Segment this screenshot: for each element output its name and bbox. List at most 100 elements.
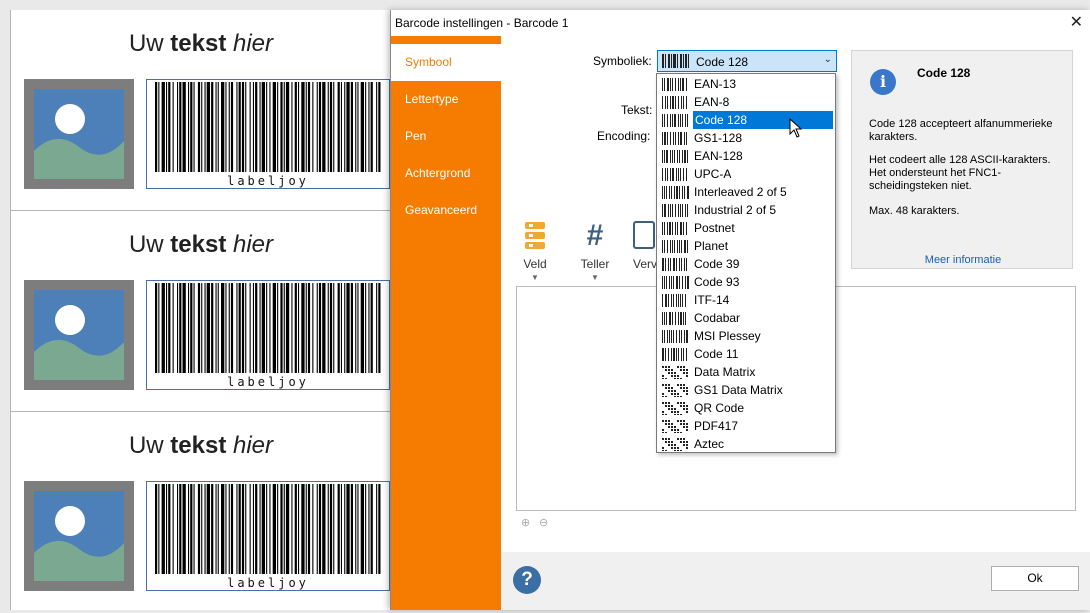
barcode-bar (259, 283, 261, 373)
help-icon[interactable]: ? (513, 566, 541, 594)
info-text: Code 128 accepteert alfanummerieke karak… (869, 118, 1053, 143)
symbology-option[interactable]: GS1-128 (658, 129, 834, 147)
barcode-bar (206, 283, 210, 373)
barcode-bar (177, 283, 179, 373)
barcode-bar (346, 283, 350, 373)
symbology-select[interactable]: Code 128 ⌄ (657, 50, 837, 72)
barcode-bar (255, 283, 258, 373)
barcode-bar (238, 82, 241, 172)
barcode-type-icon (662, 222, 687, 235)
symbology-option-label: PDF417 (694, 419, 739, 433)
barcode-bar (337, 82, 340, 172)
symbology-option-label: EAN-8 (694, 95, 730, 109)
symbology-option-label: Code 93 (694, 275, 740, 289)
symbology-option[interactable]: Codabar (658, 309, 834, 327)
symbology-option-label: MSI Plessey (694, 329, 761, 343)
barcode-bar (378, 283, 381, 373)
symbology-option-label: QR Code (694, 401, 745, 415)
symbology-option[interactable]: EAN-128 (658, 147, 834, 165)
symbology-option[interactable]: Industrial 2 of 5 (658, 201, 834, 219)
ok-button[interactable]: Ok (991, 566, 1079, 591)
chevron-down-icon[interactable]: ⌄ (824, 54, 832, 65)
symbology-option[interactable]: ITF-14 (658, 291, 834, 309)
barcode-bar (168, 484, 171, 574)
symbology-option[interactable]: QR Code (658, 399, 834, 417)
zoom-out-icon[interactable]: ⊖ (539, 516, 548, 529)
replace-button[interactable]: Vervang (633, 221, 657, 271)
barcode-bar (294, 82, 297, 172)
symbology-option[interactable]: UPC-A (658, 165, 834, 183)
barcode-type-icon (662, 438, 688, 451)
symbology-option[interactable]: EAN-13 (658, 75, 834, 93)
label-item[interactable]: Uw tekst hier labeljoy (11, 211, 391, 412)
label-title: Uw tekst hier (128, 432, 274, 459)
barcode-bar (333, 283, 335, 373)
barcode-bar (225, 283, 227, 373)
barcode-bar (230, 82, 234, 172)
barcode-bar (333, 484, 335, 574)
symbology-option[interactable]: EAN-8 (658, 93, 834, 111)
field-button[interactable]: Veld ▼ (515, 221, 555, 282)
barcode-bar (307, 82, 311, 172)
symbology-option-label: Aztec (694, 437, 725, 451)
close-icon[interactable]: ✕ (1070, 12, 1083, 32)
counter-button-label: Teller (580, 257, 610, 271)
barcode-bar (230, 283, 234, 373)
nav-item-symbool[interactable]: Symbool (391, 44, 501, 81)
barcode-bar (188, 484, 190, 574)
symbology-option[interactable]: Code 128 (658, 111, 834, 129)
symbology-option[interactable]: Postnet (658, 219, 834, 237)
barcode-type-icon (662, 276, 689, 289)
barcode-bar (188, 82, 190, 172)
barcode-bar (217, 283, 219, 373)
label-item[interactable]: Uw tekst hier labeljoy (11, 412, 391, 613)
symbology-option[interactable]: Code 93 (658, 273, 834, 291)
barcode-bar (177, 82, 179, 172)
barcode-bar (266, 283, 268, 373)
nav-item-lettertype[interactable]: Lettertype (391, 81, 501, 118)
barcode-bar (322, 82, 326, 172)
barcode-bar (211, 283, 214, 373)
barcode-bar (355, 484, 357, 574)
counter-button[interactable]: # Teller ▼ (575, 221, 615, 283)
barcode-bar (236, 283, 238, 373)
symbology-option[interactable]: PDF417 (658, 417, 834, 435)
barcode-bar (261, 283, 265, 373)
barcode-bar (177, 484, 179, 574)
symbology-option[interactable]: Data Matrix (658, 363, 834, 381)
barcode-bar (291, 283, 293, 373)
settings-nav: Symbool Lettertype Pen Achtergrond Geava… (391, 36, 501, 610)
barcode-bar (225, 82, 227, 172)
barcode-bar (378, 484, 381, 574)
nav-item-pen[interactable]: Pen (391, 118, 501, 155)
barcode-bar (305, 484, 307, 574)
barcode-bar (322, 484, 326, 574)
zoom-in-icon[interactable]: ⊕ (521, 516, 530, 529)
barcode-type-icon (662, 240, 688, 253)
symbology-option[interactable]: MSI Plessey (658, 327, 834, 345)
nav-item-geavanceerd[interactable]: Geavanceerd (391, 192, 501, 229)
barcode-bar (285, 82, 290, 172)
barcode-bar (172, 82, 174, 172)
more-info-link[interactable]: Meer informatie (852, 254, 1074, 266)
barcode-type-icon (662, 186, 689, 199)
barcode-bar (277, 283, 279, 373)
symbology-option[interactable]: Code 39 (658, 255, 834, 273)
barcode-bar (190, 82, 193, 172)
barcode-type-icon (662, 96, 687, 109)
symbology-option[interactable]: Planet (658, 237, 834, 255)
barcode-bar (217, 484, 219, 574)
barcode-bar (368, 82, 370, 172)
barcode-bar (350, 283, 353, 373)
nav-item-achtergrond[interactable]: Achtergrond (391, 155, 501, 192)
symbology-option[interactable]: Aztec (658, 435, 834, 453)
barcode-bar (252, 484, 254, 574)
barcode-bar (190, 484, 193, 574)
symbology-option[interactable]: Code 11 (658, 345, 834, 363)
barcode-bar (228, 283, 230, 373)
symbology-option[interactable]: Interleaved 2 of 5 (658, 183, 834, 201)
label-item[interactable]: Uw tekst hier labeljoy (11, 10, 391, 211)
info-text: Het codeert alle 128 ASCII-karakters. He… (869, 154, 1051, 192)
barcode-bar (182, 82, 186, 172)
symbology-option[interactable]: GS1 Data Matrix (658, 381, 834, 399)
